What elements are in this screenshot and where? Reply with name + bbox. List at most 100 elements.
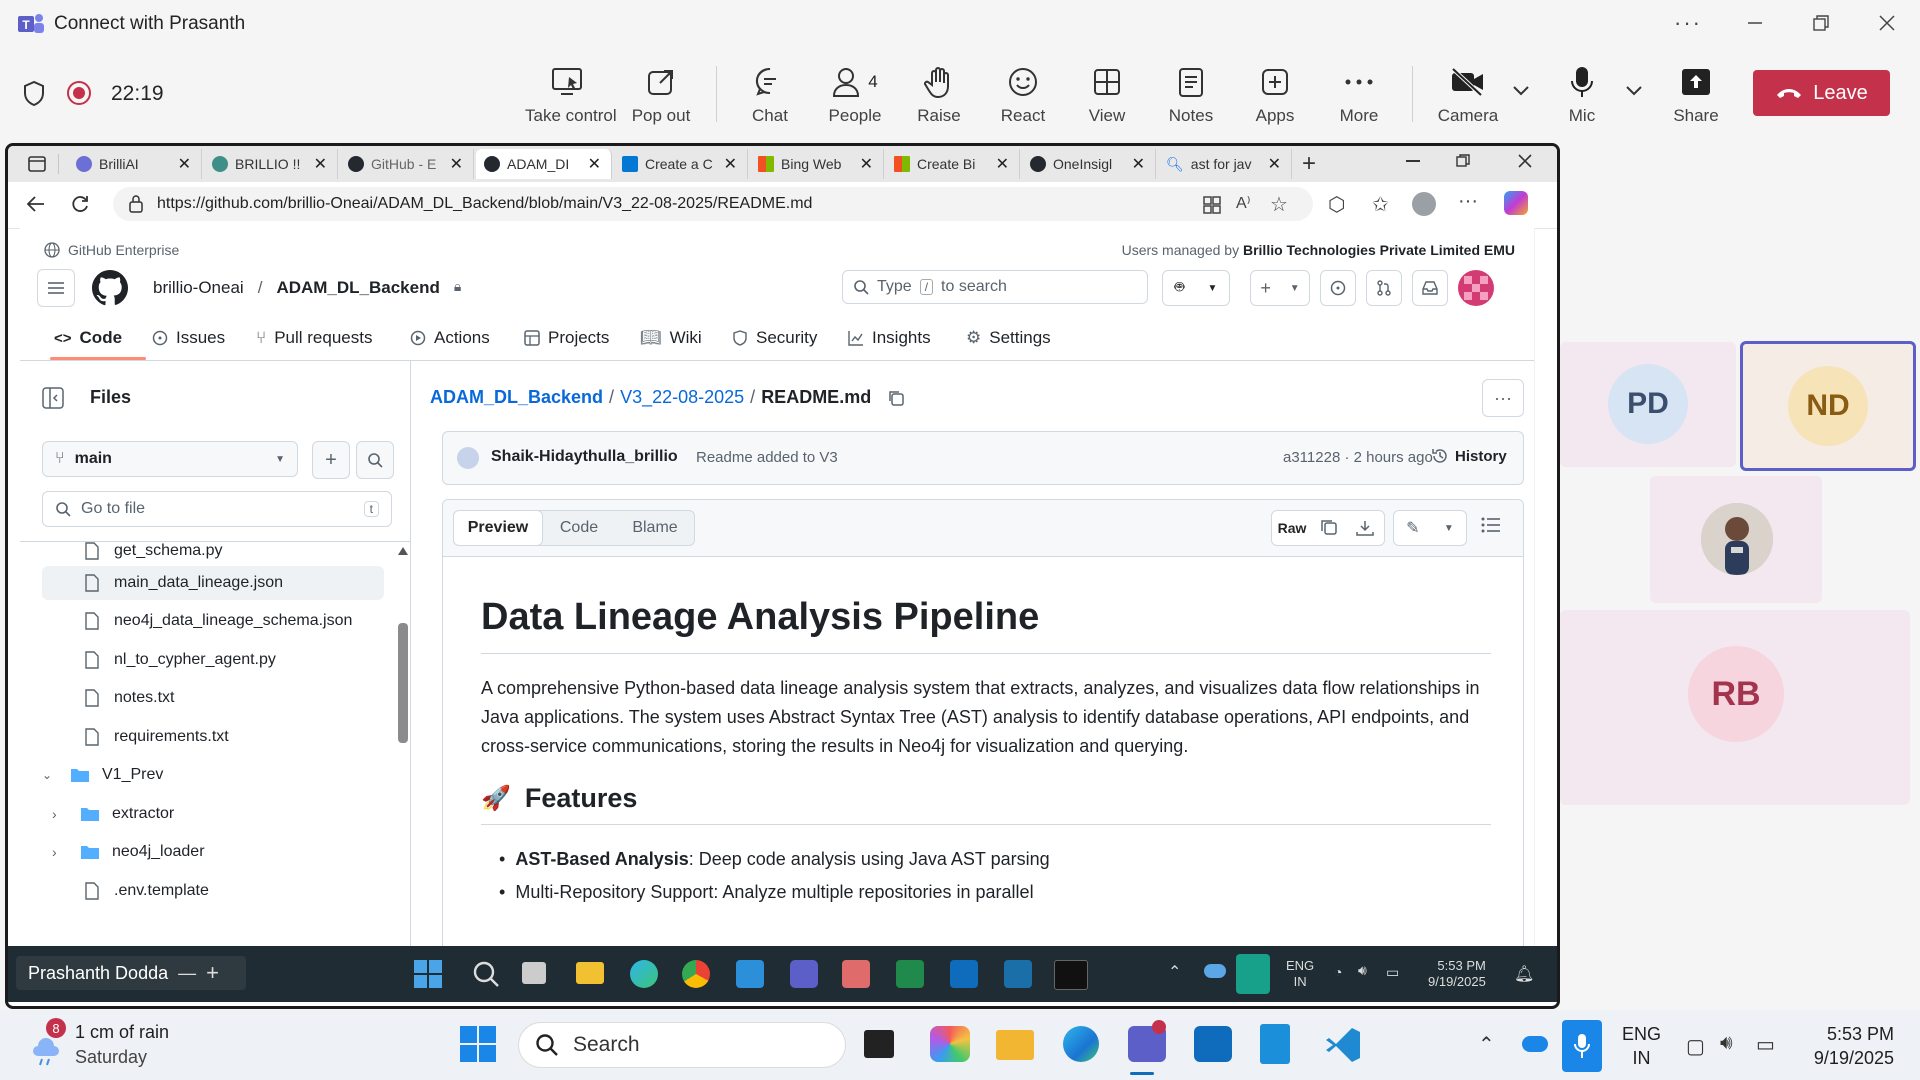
tab-blame[interactable]: Blame	[616, 511, 694, 545]
wifi-icon[interactable]: ◔	[1334, 964, 1342, 980]
browser-minimize-button[interactable]	[1406, 160, 1420, 162]
react-button[interactable]: React	[980, 62, 1066, 134]
close-button[interactable]	[1878, 14, 1896, 32]
hamburger-menu-button[interactable]	[37, 269, 75, 307]
breadcrumb-folder-link[interactable]: V3_22-08-2025	[620, 387, 744, 408]
chevron-up-icon[interactable]: ⌃	[1478, 1032, 1495, 1057]
pencil-icon[interactable]: ✎	[1406, 518, 1419, 538]
go-to-file-input[interactable]: Go to file t	[42, 491, 392, 527]
task-view-icon[interactable]	[522, 962, 546, 984]
weather-text[interactable]: 1 cm of rain	[75, 1022, 169, 1043]
list-item[interactable]: get_schema.py	[42, 542, 392, 568]
chevron-up-icon[interactable]: ⌃	[1168, 962, 1181, 982]
history-button[interactable]: History	[1431, 447, 1507, 465]
download-icon[interactable]	[1348, 519, 1382, 537]
people-button[interactable]: 4 People	[812, 62, 898, 134]
tab-code-view[interactable]: Code	[542, 511, 616, 545]
outline-icon[interactable]	[1481, 516, 1501, 534]
notes-button[interactable]: Notes	[1148, 62, 1234, 134]
volume-icon[interactable]: 🔊︎	[1358, 962, 1367, 979]
copilot-button[interactable]: 🤖︎ ▼	[1162, 270, 1230, 306]
tab-settings[interactable]: ⚙︎ Settings	[966, 316, 1051, 360]
mic-icon[interactable]	[1236, 954, 1270, 994]
favorites-icon[interactable]: ✩	[1372, 192, 1389, 217]
file-explorer-icon[interactable]	[996, 1030, 1034, 1060]
chat-button[interactable]: Chat	[727, 62, 813, 134]
repo-link[interactable]: ADAM_DL_Backend	[276, 278, 439, 298]
windows-start-icon[interactable]	[414, 960, 444, 988]
vscode-icon[interactable]	[1324, 1026, 1362, 1064]
teams-icon[interactable]	[790, 960, 818, 988]
minimize-button[interactable]	[1746, 14, 1764, 32]
network-icon[interactable]: ▢	[1686, 1034, 1705, 1059]
list-item[interactable]: .env.template	[42, 874, 392, 908]
breadcrumb-repo-link[interactable]: ADAM_DL_Backend	[430, 387, 603, 408]
camera-button[interactable]: Camera	[1425, 62, 1511, 134]
minus-icon[interactable]: —	[178, 963, 196, 984]
browser-restore-button[interactable]	[1456, 154, 1470, 168]
browser-tab-ast[interactable]: 🔍︎ ast for jav ✕	[1158, 149, 1292, 179]
app-available-icon[interactable]	[1203, 196, 1221, 214]
user-avatar[interactable]	[1458, 270, 1494, 306]
copy-path-icon[interactable]	[887, 389, 905, 407]
commit-author[interactable]: Shaik-Hidaythulla_brillio	[491, 448, 678, 466]
plus-icon[interactable]: +	[206, 960, 219, 986]
tab-issues[interactable]: Issues	[152, 316, 225, 360]
browser-tab-adam[interactable]: ADAM_DI ✕	[476, 149, 612, 179]
tab-code[interactable]: <> Code	[54, 316, 122, 360]
edge-icon[interactable]	[630, 960, 658, 988]
github-logo-icon[interactable]	[92, 270, 128, 306]
onedrive-icon[interactable]	[1204, 964, 1226, 978]
camera-options-chevron-icon[interactable]	[1512, 84, 1530, 96]
list-item[interactable]: ⌄ V1_Prev	[42, 758, 382, 792]
notepad-icon[interactable]	[1260, 1024, 1290, 1064]
browser-tab-github[interactable]: GitHub - E ✕	[340, 149, 474, 179]
copilot-icon[interactable]	[1504, 191, 1528, 215]
browser-tab-brillio[interactable]: BRILLIO !! ✕	[204, 149, 338, 179]
list-item[interactable]: notes.txt	[42, 681, 392, 715]
language-indicator[interactable]: ENG IN	[1622, 1022, 1661, 1070]
participant-tile-pd[interactable]: PD	[1560, 342, 1736, 467]
participant-tile-nd[interactable]: ND	[1740, 341, 1916, 471]
chevron-down-icon[interactable]: ▼	[1444, 523, 1454, 534]
close-tab-icon[interactable]: ✕	[1132, 154, 1145, 174]
participant-tile-rb[interactable]: RB	[1560, 610, 1910, 805]
list-item[interactable]: requirements.txt	[42, 720, 392, 754]
leave-button[interactable]: Leave	[1753, 70, 1890, 116]
close-tab-icon[interactable]: ✕	[314, 154, 327, 174]
owner-link[interactable]: brillio-Oneai	[153, 278, 244, 298]
browser-tab-bing[interactable]: Bing Web ✕	[750, 149, 884, 179]
take-control-button[interactable]: Take control	[525, 62, 617, 134]
mic-icon[interactable]	[1562, 1020, 1602, 1072]
search-files-button[interactable]	[356, 441, 394, 479]
windows-start-icon[interactable]	[460, 1026, 496, 1062]
close-tab-icon[interactable]: ✕	[450, 154, 463, 174]
list-item[interactable]: › extractor	[42, 797, 392, 831]
more-options-icon[interactable]: ···	[1674, 10, 1702, 36]
pull-requests-button[interactable]	[1366, 270, 1402, 306]
search-icon[interactable]	[472, 960, 500, 988]
read-aloud-icon[interactable]: A⁾	[1236, 193, 1251, 213]
language-indicator[interactable]: ENG IN	[1286, 958, 1314, 990]
copy-raw-icon[interactable]	[1312, 519, 1348, 537]
add-file-button[interactable]: +	[312, 441, 350, 479]
close-tab-icon[interactable]: ✕	[724, 154, 737, 174]
close-tab-icon[interactable]: ✕	[588, 154, 601, 174]
browser-tab-create[interactable]: Create a C ✕	[614, 149, 748, 179]
volume-icon[interactable]: 🔊︎	[1720, 1032, 1733, 1055]
address-bar[interactable]: https://github.com/brillio-Oneai/ADAM_DL…	[113, 187, 1313, 221]
vscode-icon[interactable]	[736, 960, 764, 988]
close-tab-icon[interactable]: ✕	[1268, 154, 1281, 174]
shield-icon[interactable]	[22, 80, 46, 108]
taskbar-search-input[interactable]: Search	[518, 1022, 846, 1068]
refresh-icon[interactable]	[70, 194, 90, 214]
raise-hand-button[interactable]: Raise	[896, 62, 982, 134]
create-new-button[interactable]: + ▼	[1250, 270, 1310, 306]
favorite-star-icon[interactable]: ☆	[1270, 192, 1288, 217]
browser-menu-icon[interactable]: ···	[1458, 190, 1478, 213]
battery-icon[interactable]: ▭	[1386, 964, 1399, 981]
browser-tab-create-bi[interactable]: Create Bi ✕	[886, 149, 1020, 179]
browser-close-button[interactable]	[1518, 154, 1532, 168]
raw-button[interactable]: Raw	[1272, 520, 1312, 536]
edge-icon[interactable]	[1063, 1026, 1099, 1062]
